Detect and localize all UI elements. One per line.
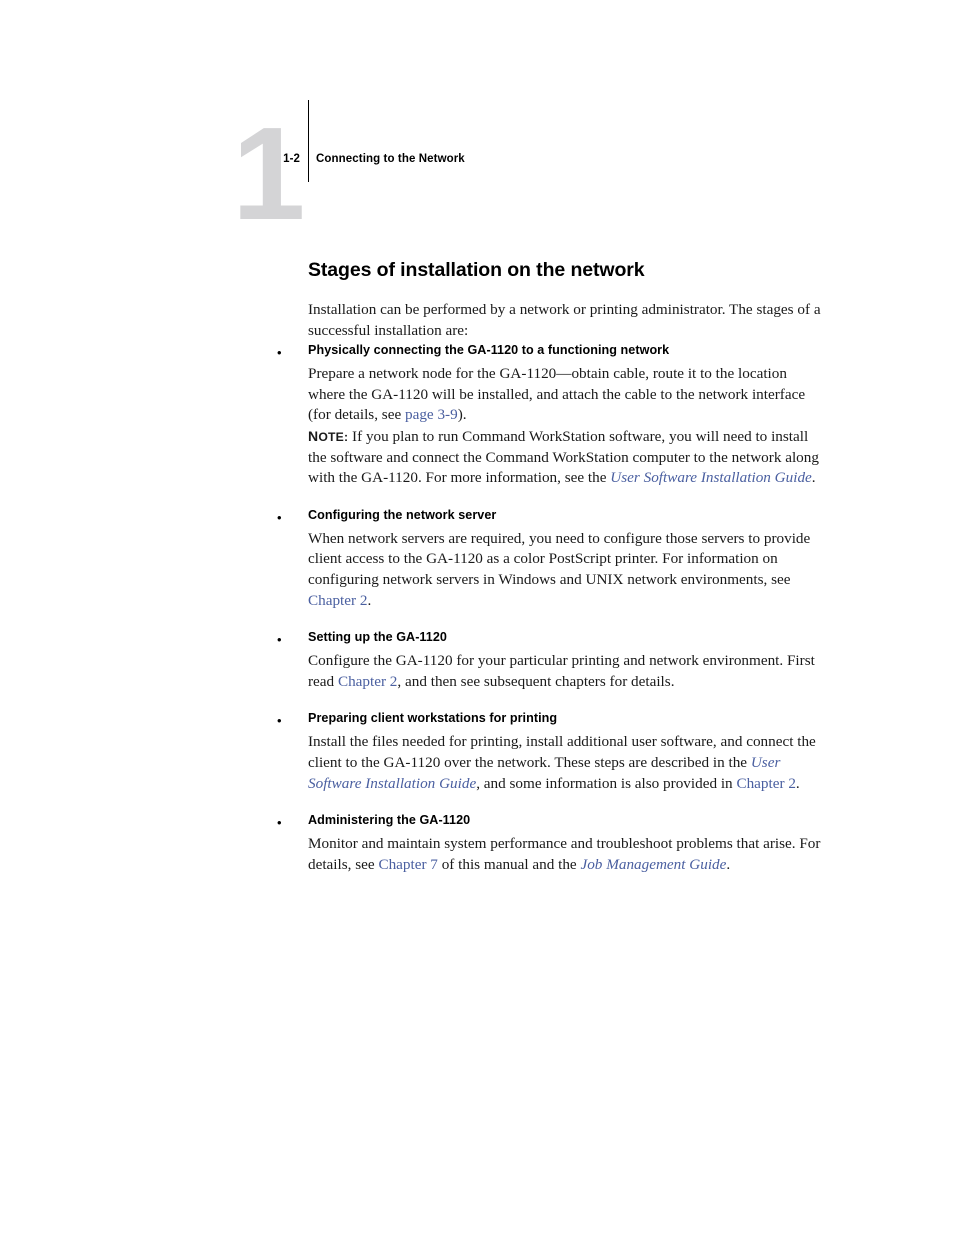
list-item-heading: Configuring the network server (308, 507, 497, 522)
bullet-icon: • (277, 713, 282, 729)
body-text-run: , and then see subsequent chapters for d… (397, 672, 675, 690)
cross-reference-link[interactable]: Chapter 2 (736, 775, 795, 792)
list-item-heading: Setting up the GA-1120 (308, 630, 447, 645)
chapter-number-watermark: 1 (232, 100, 305, 247)
bullet-icon: • (277, 632, 282, 648)
body-text-run: . (811, 469, 816, 487)
bullet-icon: • (277, 509, 282, 525)
page-number: 1-2 (283, 153, 300, 165)
note-label: NOTE: (308, 427, 349, 444)
body-text-run: of this manual and the (437, 855, 581, 873)
intro-paragraph: Installation can be performed by a netwo… (308, 301, 821, 339)
book-reference-link[interactable]: Job Management Guide (580, 856, 726, 873)
list-item-body: Monitor and maintain system performance … (308, 834, 826, 875)
bullet-icon: • (277, 815, 282, 831)
page-title: Stages of installation on the network (308, 259, 645, 281)
cross-reference-link[interactable]: Chapter 2 (308, 592, 367, 609)
list-item-body: Install the files needed for printing, i… (308, 732, 826, 794)
body-text-run: Install the files needed for printing, i… (308, 733, 816, 771)
book-reference-link[interactable]: User Software Installation Guide (610, 469, 812, 486)
list-item-heading: Physically connecting the GA-1120 to a f… (308, 343, 670, 358)
note-label-rest: OTE: (318, 429, 349, 444)
cross-reference-link[interactable]: Chapter 7 (378, 856, 437, 873)
list-item: • Administering the GA-1120 Monitor and … (277, 811, 826, 875)
list-item: • Preparing client workstations for prin… (277, 709, 826, 794)
body-text-run: Prepare a network node for the GA-1120—o… (308, 365, 806, 424)
body-text-run: . (795, 774, 800, 792)
list-item-heading: Preparing client workstations for printi… (308, 711, 558, 726)
bullet-icon: • (277, 345, 282, 361)
body-text-run: . (367, 591, 372, 609)
page-content: Stages of installation on the network In… (277, 258, 826, 875)
running-head-title: Connecting to the Network (316, 153, 465, 165)
list-item-body: Prepare a network node for the GA-1120—o… (308, 364, 826, 426)
cross-reference-link[interactable]: Chapter 2 (338, 673, 397, 690)
body-text-run: , and some information is also provided … (476, 774, 737, 792)
list-item-body: Configure the GA-1120 for your particula… (308, 651, 826, 692)
list-item: • Configuring the network server When ne… (277, 506, 826, 611)
list-item: • Physically connecting the GA-1120 to a… (277, 341, 826, 489)
list-item-heading: Administering the GA-1120 (308, 813, 471, 828)
note-paragraph: NOTE: If you plan to run Command WorkSta… (308, 426, 826, 489)
note-label-cap: N (308, 427, 319, 444)
body-text-run: . (726, 855, 731, 873)
cross-reference-link[interactable]: page 3-9 (405, 406, 458, 423)
list-item: • Setting up the GA-1120 Configure the G… (277, 628, 826, 692)
body-text-run: ). (457, 406, 467, 424)
document-page: 1 1-2 Connecting to the Network Stages o… (0, 0, 954, 1235)
body-text-run: When network servers are required, you n… (308, 529, 811, 588)
list-item-body: When network servers are required, you n… (308, 529, 826, 611)
header-divider-rule (308, 100, 309, 182)
